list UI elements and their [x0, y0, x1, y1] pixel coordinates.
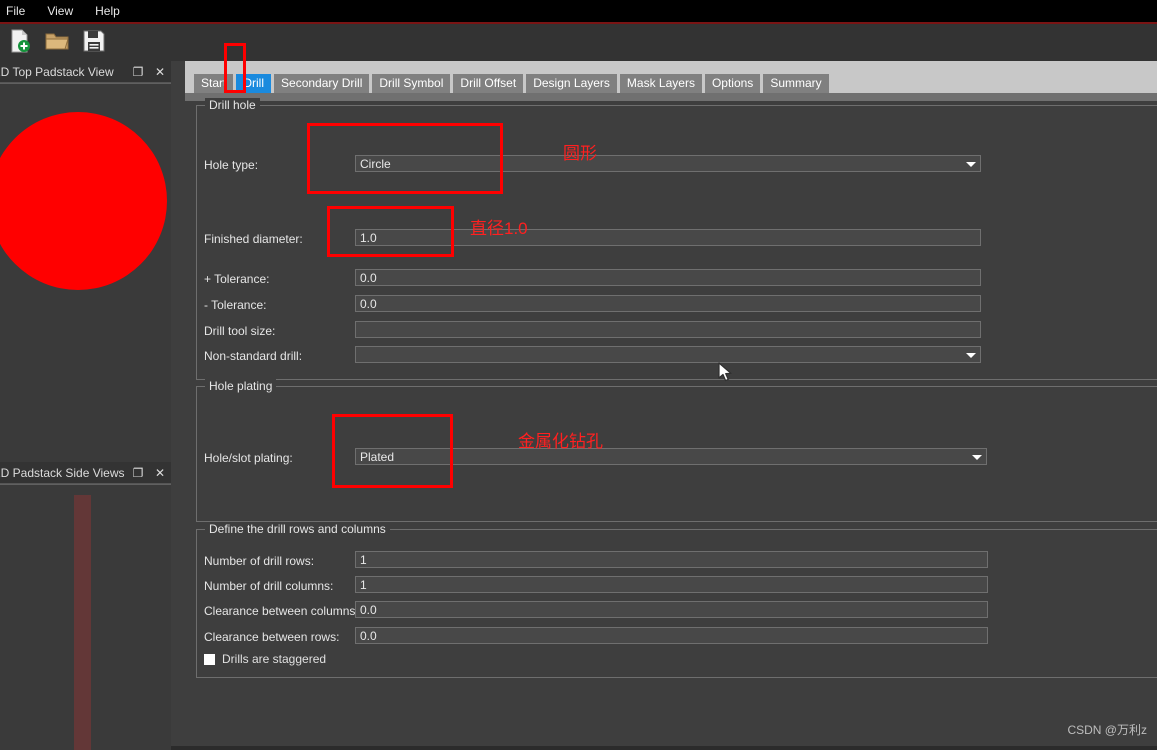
label-clearance-columns-row: Clearance between columns:	[204, 602, 359, 619]
label-finished-diameter-row: Finished diameter:	[204, 230, 303, 247]
tab-design-layers[interactable]: Design Layers	[526, 74, 617, 93]
label-number-drill-rows-row: Number of drill rows:	[204, 552, 314, 569]
side-padstack-panel-title-bar: 2D Padstack Side Views ❐ ✕	[0, 462, 171, 484]
input-hole-type-value: Circle	[360, 156, 391, 171]
input-number-drill-columns[interactable]: 1	[355, 576, 988, 593]
input-number-drill-rows-value: 1	[360, 552, 367, 567]
left-dock: 2D Top Padstack View ❐ ✕ 2D Padstack Sid…	[0, 61, 171, 750]
label-drill-tool-size: Drill tool size:	[204, 323, 276, 338]
menu-item-file[interactable]: File	[0, 1, 35, 21]
input-drill-tool-size[interactable]	[355, 321, 981, 338]
toolbar	[0, 24, 1157, 61]
watermark: CSDN @万利z	[1067, 723, 1147, 737]
label-non-standard-drill-row: Non-standard drill:	[204, 347, 302, 364]
label-clearance-rows-row: Clearance between rows:	[204, 628, 339, 645]
label-hole-type-row: Hole type:	[204, 156, 258, 173]
label-clearance-between-columns: Clearance between columns:	[204, 603, 359, 618]
tab-drill[interactable]: Drill	[236, 74, 272, 93]
new-file-button[interactable]	[3, 26, 37, 60]
input-finished-diameter-value: 1.0	[360, 230, 377, 245]
side-padstack-panel-title: 2D Padstack Side Views	[0, 465, 125, 480]
close-icon[interactable]: ✕	[149, 464, 171, 482]
label-hole-type: Hole type:	[204, 157, 259, 172]
group-drill-hole-title: Drill hole	[205, 98, 260, 112]
label-number-drill-columns-row: Number of drill columns:	[204, 577, 333, 594]
group-hole-plating-title: Hole plating	[205, 379, 277, 393]
chevron-down-icon[interactable]	[972, 454, 982, 460]
tab-mask-layers[interactable]: Mask Layers	[619, 74, 702, 93]
restore-icon[interactable]: ❐	[127, 63, 149, 81]
new-file-icon	[7, 28, 33, 57]
label-minus-tolerance: - Tolerance:	[204, 297, 267, 312]
label-number-drill-columns: Number of drill columns:	[204, 578, 334, 593]
label-minus-tolerance-row: - Tolerance:	[204, 296, 266, 313]
tab-strip: Start Drill Secondary Drill Drill Symbol…	[185, 62, 1157, 93]
input-plus-tolerance-value: 0.0	[360, 270, 377, 285]
input-hole-type[interactable]: Circle	[355, 155, 981, 172]
label-hole-slot-plating: Hole/slot plating:	[204, 450, 293, 465]
menu-bar: File View Help	[0, 0, 1157, 22]
side-padstack-view-canvas[interactable]	[0, 484, 171, 750]
label-plus-tolerance: + Tolerance:	[204, 271, 270, 286]
open-folder-icon	[44, 28, 70, 57]
pad-circle-shape	[0, 112, 167, 290]
label-non-standard-drill: Non-standard drill:	[204, 348, 303, 363]
tab-drill-offset[interactable]: Drill Offset	[453, 74, 524, 93]
group-drill-rows-columns-title: Define the drill rows and columns	[205, 522, 390, 536]
input-number-drill-rows[interactable]: 1	[355, 551, 988, 568]
padstack-side-stripe	[74, 495, 91, 750]
top-padstack-panel-title-bar: 2D Top Padstack View ❐ ✕	[0, 61, 171, 83]
label-number-drill-rows: Number of drill rows:	[204, 553, 315, 568]
label-hole-slot-plating-row: Hole/slot plating:	[204, 449, 293, 466]
input-plus-tolerance[interactable]: 0.0	[355, 269, 981, 286]
input-hole-slot-plating-value: Plated	[360, 449, 395, 464]
tab-strip-underline	[185, 93, 1157, 101]
save-button[interactable]	[77, 26, 111, 60]
input-clearance-between-columns[interactable]: 0.0	[355, 601, 988, 618]
input-hole-slot-plating[interactable]: Plated	[355, 448, 987, 465]
tab-options[interactable]: Options	[704, 74, 761, 93]
input-minus-tolerance-value: 0.0	[360, 296, 377, 311]
input-clearance-between-rows-value: 0.0	[360, 628, 377, 643]
input-number-drill-columns-value: 1	[360, 577, 367, 592]
application-window: File View Help 2D Top Padstack View ❐ ✕ …	[0, 0, 1157, 750]
menu-item-view[interactable]: View	[37, 1, 83, 21]
padstack-editor-dialog: Start Drill Secondary Drill Drill Symbol…	[185, 61, 1157, 746]
input-minus-tolerance[interactable]: 0.0	[355, 295, 981, 312]
save-disk-icon	[81, 28, 107, 57]
label-drill-tool-size-row: Drill tool size:	[204, 322, 275, 339]
tab-summary[interactable]: Summary	[763, 74, 829, 93]
input-clearance-between-columns-value: 0.0	[360, 602, 377, 617]
checkbox-icon[interactable]	[204, 653, 215, 665]
tab-secondary-drill[interactable]: Secondary Drill	[274, 74, 370, 93]
menu-item-help[interactable]: Help	[85, 1, 130, 21]
dock-splitter[interactable]	[171, 61, 185, 746]
tab-start[interactable]: Start	[194, 74, 234, 93]
open-folder-button[interactable]	[40, 26, 74, 60]
restore-icon[interactable]: ❐	[127, 464, 149, 482]
tab-drill-symbol[interactable]: Drill Symbol	[372, 74, 451, 93]
checkbox-drills-are-staggered-label: Drills are staggered	[222, 652, 327, 666]
input-non-standard-drill[interactable]	[355, 346, 981, 363]
top-padstack-panel-title: 2D Top Padstack View	[0, 64, 114, 79]
top-padstack-view-canvas[interactable]	[0, 83, 171, 462]
chevron-down-icon[interactable]	[966, 161, 976, 167]
label-finished-diameter: Finished diameter:	[204, 231, 303, 246]
close-icon[interactable]: ✕	[149, 63, 171, 81]
checkbox-drills-are-staggered[interactable]: Drills are staggered	[204, 652, 326, 666]
input-finished-diameter[interactable]: 1.0	[355, 229, 981, 246]
label-plus-tolerance-row: + Tolerance:	[204, 270, 270, 287]
input-clearance-between-rows[interactable]: 0.0	[355, 627, 988, 644]
label-clearance-between-rows: Clearance between rows:	[204, 629, 340, 644]
chevron-down-icon[interactable]	[966, 352, 976, 358]
